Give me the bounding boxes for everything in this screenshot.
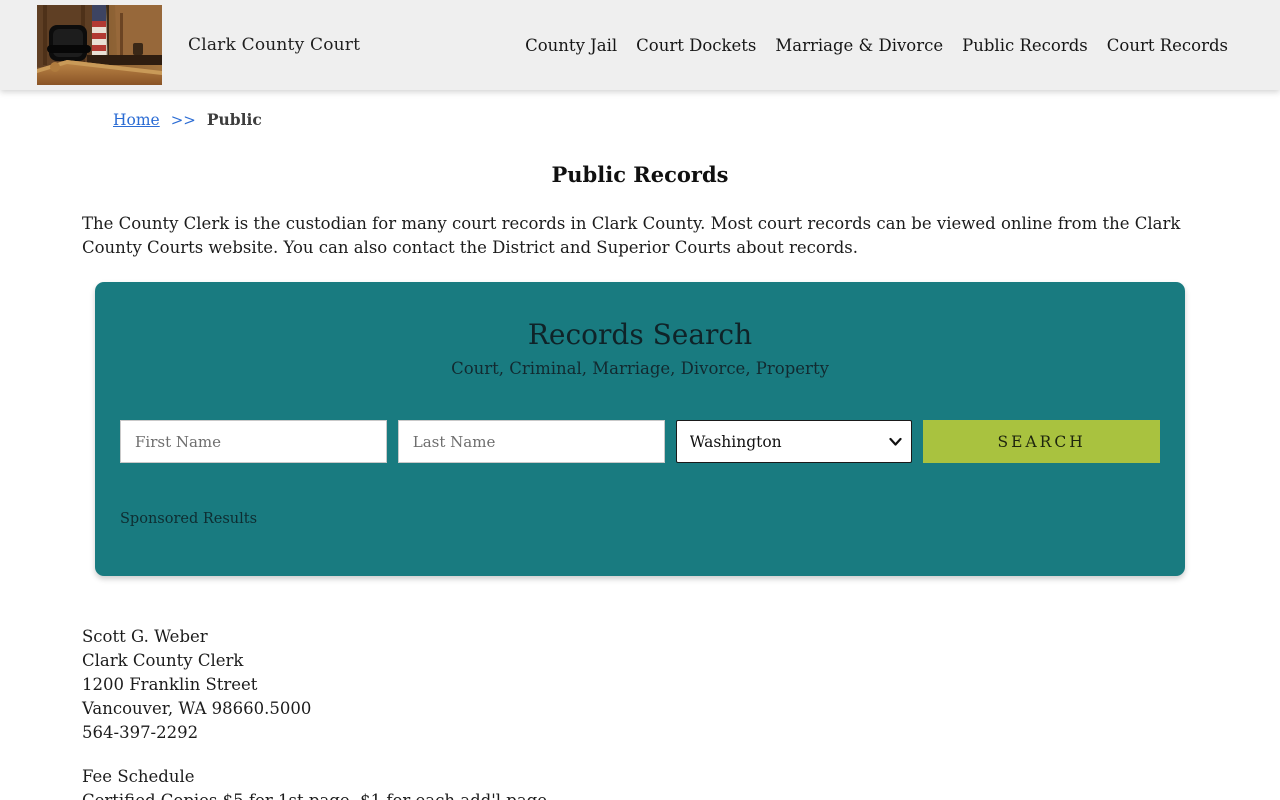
search-button[interactable]: SEARCH — [923, 420, 1160, 463]
nav-item-county-jail[interactable]: County Jail — [525, 36, 617, 55]
records-search-title: Records Search — [527, 318, 753, 351]
records-search-panel: Records Search Court, Criminal, Marriage… — [95, 282, 1185, 576]
nav-item-court-dockets[interactable]: Court Dockets — [636, 36, 756, 55]
clerk-contact-block: Scott G. Weber Clark County Clerk 1200 F… — [82, 625, 1198, 745]
sponsored-results-label: Sponsored Results — [120, 511, 258, 527]
site-logo-courtroom-image[interactable] — [37, 5, 162, 85]
fee-schedule-detail: Certified Copies $5 for 1st page, $1 for… — [82, 789, 1198, 800]
state-select[interactable]: Washington — [675, 420, 913, 463]
site-title: Clark County Court — [188, 35, 361, 55]
fee-schedule-block: Fee Schedule Certified Copies $5 for 1st… — [82, 765, 1198, 800]
courtroom-photo-illustration — [37, 5, 162, 85]
records-search-subtitle: Court, Criminal, Marriage, Divorce, Prop… — [451, 359, 829, 378]
clerk-street: 1200 Franklin Street — [82, 675, 258, 694]
clerk-name: Scott G. Weber — [82, 627, 208, 646]
first-name-input[interactable] — [120, 420, 387, 463]
breadcrumb-separator: >> — [170, 111, 196, 129]
nav-item-marriage-divorce[interactable]: Marriage & Divorce — [775, 36, 943, 55]
fee-schedule-title: Fee Schedule — [82, 767, 195, 786]
main-content: Home >> Public Public Records The County… — [82, 110, 1198, 800]
breadcrumb-current-page: Public — [206, 110, 262, 129]
clerk-title: Clark County Clerk — [82, 651, 244, 670]
intro-paragraph: The County Clerk is the custodian for ma… — [82, 214, 1181, 257]
breadcrumb: Home >> Public — [82, 110, 1198, 129]
site-header: Clark County Court County Jail Court Doc… — [0, 0, 1280, 90]
clerk-phone: 564-397-2292 — [82, 723, 199, 742]
nav-item-public-records[interactable]: Public Records — [962, 36, 1088, 55]
records-search-form: Washington SEARCH — [120, 420, 1160, 463]
nav-item-court-records[interactable]: Court Records — [1107, 36, 1228, 55]
last-name-input[interactable] — [397, 420, 665, 463]
page-title: Public Records — [551, 162, 729, 187]
state-select-wrap: Washington — [675, 420, 913, 463]
breadcrumb-home-link[interactable]: Home — [113, 111, 160, 129]
clerk-city-state-zip: Vancouver, WA 98660.5000 — [82, 699, 312, 718]
main-nav: County Jail Court Dockets Marriage & Div… — [525, 36, 1228, 55]
